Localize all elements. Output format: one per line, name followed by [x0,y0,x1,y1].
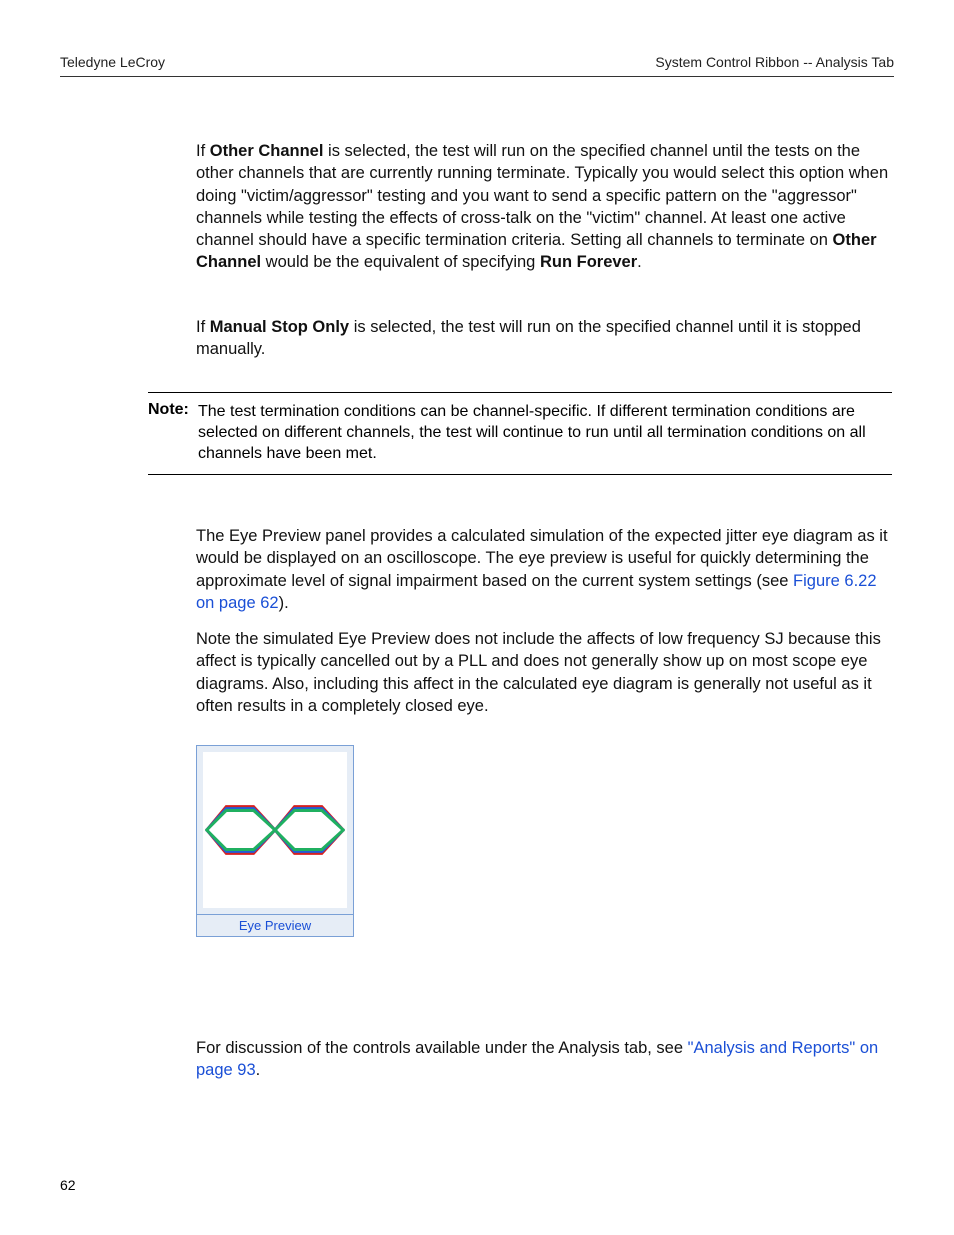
text-bold: Manual Stop Only [210,318,349,336]
paragraph-eye-preview-desc: The Eye Preview panel provides a calcula… [196,525,892,614]
eye-preview-panel: Eye Preview [196,745,354,937]
content-section-2: The Eye Preview panel provides a calcula… [196,525,892,1096]
figure-eye-preview: Eye Preview [196,745,892,937]
paragraph-eye-preview-note: Note the simulated Eye Preview does not … [196,628,892,717]
text-run: If [196,318,210,336]
header-left-text: Teledyne LeCroy [60,54,165,70]
eye-diagram-icon [203,752,347,908]
text-run: The Eye Preview panel provides a calcula… [196,527,888,590]
eye-preview-label: Eye Preview [197,914,353,936]
eye-diagram-area [203,752,347,908]
note-label: Note: [148,401,189,419]
text-run: . [256,1061,261,1079]
text-bold: Other Channel [210,142,324,160]
text-run: ). [279,594,289,612]
page-number: 62 [60,1177,76,1193]
content-section-1: If Other Channel is selected, the test w… [196,140,892,374]
paragraph-manual-stop: If Manual Stop Only is selected, the tes… [196,316,892,361]
note-block: Note: The test termination conditions ca… [148,392,892,475]
paragraph-analysis-reference: For discussion of the controls available… [196,1037,892,1082]
text-run: would be the equivalent of specifying [261,253,540,271]
text-bold: Run Forever [540,253,637,271]
note-text: The test termination conditions can be c… [198,401,892,464]
text-run: . [637,253,642,271]
page-header: Teledyne LeCroy System Control Ribbon --… [60,54,894,77]
text-run: For discussion of the controls available… [196,1039,688,1057]
header-right-text: System Control Ribbon -- Analysis Tab [655,54,894,70]
text-run: If [196,142,210,160]
paragraph-other-channel: If Other Channel is selected, the test w… [196,140,892,274]
